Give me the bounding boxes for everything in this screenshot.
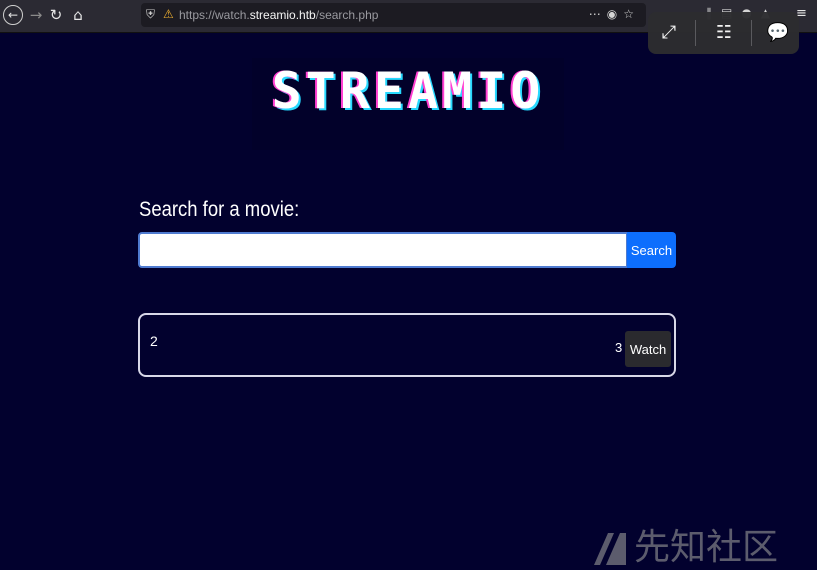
url-path: /search.php: [315, 8, 379, 22]
chat-icon[interactable]: 💬: [766, 21, 790, 45]
forward-arrow-icon[interactable]: →: [26, 5, 46, 25]
site-logo: STREAMIO: [252, 58, 564, 150]
lock-warning-icon[interactable]: ⚠: [163, 7, 174, 21]
urlbar-actions: ⋯◉☆: [589, 7, 640, 21]
back-arrow-icon[interactable]: ←: [3, 5, 23, 25]
home-icon[interactable]: ⌂: [68, 5, 88, 25]
search-input[interactable]: [138, 232, 628, 268]
url-host: streamio.htb: [249, 8, 316, 22]
watermark: 先知社区: [590, 518, 778, 570]
url-text[interactable]: https://watch.streamio.htb/search.php: [179, 8, 378, 22]
more-icon[interactable]: ⋯: [589, 7, 607, 21]
watch-button[interactable]: Watch: [625, 331, 671, 367]
logo-text: STREAMIO: [271, 62, 545, 120]
divider: [695, 20, 696, 46]
result-count: 3: [615, 340, 623, 355]
result-title: 2: [150, 333, 158, 349]
shield-icon[interactable]: ⛨: [146, 7, 155, 22]
url-scheme: https://watch.: [179, 8, 250, 22]
watermark-text: 先知社区: [634, 527, 779, 568]
result-card: 2 3 Watch: [138, 313, 676, 377]
watermark-logo-icon: [594, 533, 626, 565]
star-icon[interactable]: ☆: [623, 7, 640, 21]
divider: [751, 20, 752, 46]
text-scan-icon[interactable]: ☷: [712, 21, 736, 45]
search-label: Search for a movie:: [139, 198, 300, 221]
floating-toolbar: ⤢ ☷ 💬: [648, 12, 799, 54]
expand-icon[interactable]: ⤢: [657, 21, 681, 45]
search-button[interactable]: Search: [627, 232, 676, 268]
url-bar[interactable]: ⛨ ⚠ https://watch.streamio.htb/search.ph…: [141, 3, 646, 27]
pocket-icon[interactable]: ◉: [607, 7, 623, 21]
reload-icon[interactable]: ↻: [46, 5, 66, 25]
